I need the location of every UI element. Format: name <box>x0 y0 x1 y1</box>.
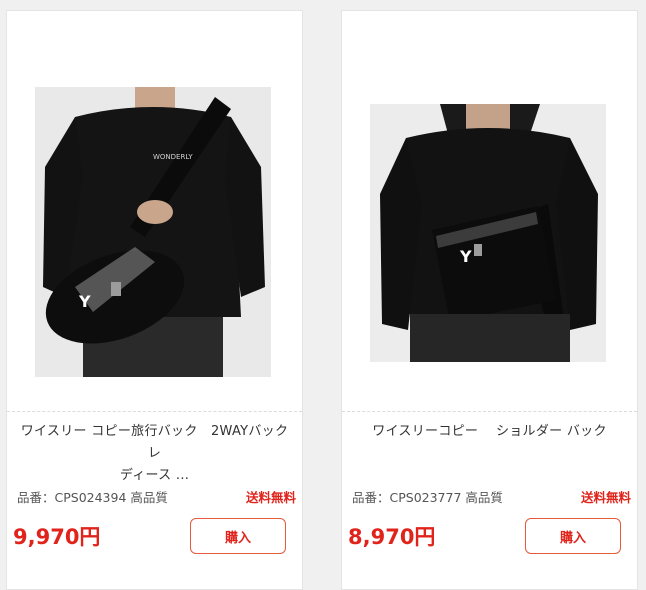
divider <box>7 411 302 412</box>
product-price: 8,970円 <box>348 525 436 549</box>
product-title-line: ワイスリー コピー旅行バック 2WAYバック レ <box>20 424 289 461</box>
svg-text:Y: Y <box>78 292 91 311</box>
product-card[interactable]: Y WONDERLY ワイスリー コピー旅行バック 2WAYバック レ ディース… <box>6 10 303 590</box>
free-shipping-badge: 送料無料 <box>580 490 631 505</box>
product-title-line: ワイスリーコピー ショルダー バック <box>372 424 607 439</box>
buy-button[interactable]: 購入 <box>525 518 621 554</box>
svg-text:Y: Y <box>459 247 472 266</box>
product-title-line: ディース ... <box>119 468 190 483</box>
buy-button[interactable]: 購入 <box>190 518 286 554</box>
product-card[interactable]: Y ワイスリーコピー ショルダー バック 品番：CPS023777 高品質 送料… <box>341 10 638 590</box>
product-image[interactable]: Y <box>370 104 606 362</box>
shirt-print: WONDERLY <box>153 153 193 161</box>
product-code: 品番：CPS023777 高品質 <box>352 490 503 505</box>
free-shipping-badge: 送料無料 <box>245 490 296 505</box>
product-image[interactable]: Y WONDERLY <box>35 87 271 377</box>
product-price: 9,970円 <box>13 525 101 549</box>
divider <box>342 411 637 412</box>
product-title[interactable]: ワイスリー コピー旅行バック 2WAYバック レ ディース ... <box>15 421 294 487</box>
product-title[interactable]: ワイスリーコピー ショルダー バック <box>350 421 629 443</box>
product-photo: Y WONDERLY <box>35 87 271 377</box>
product-photo: Y <box>370 104 606 362</box>
product-code: 品番：CPS024394 高品質 <box>17 490 168 505</box>
